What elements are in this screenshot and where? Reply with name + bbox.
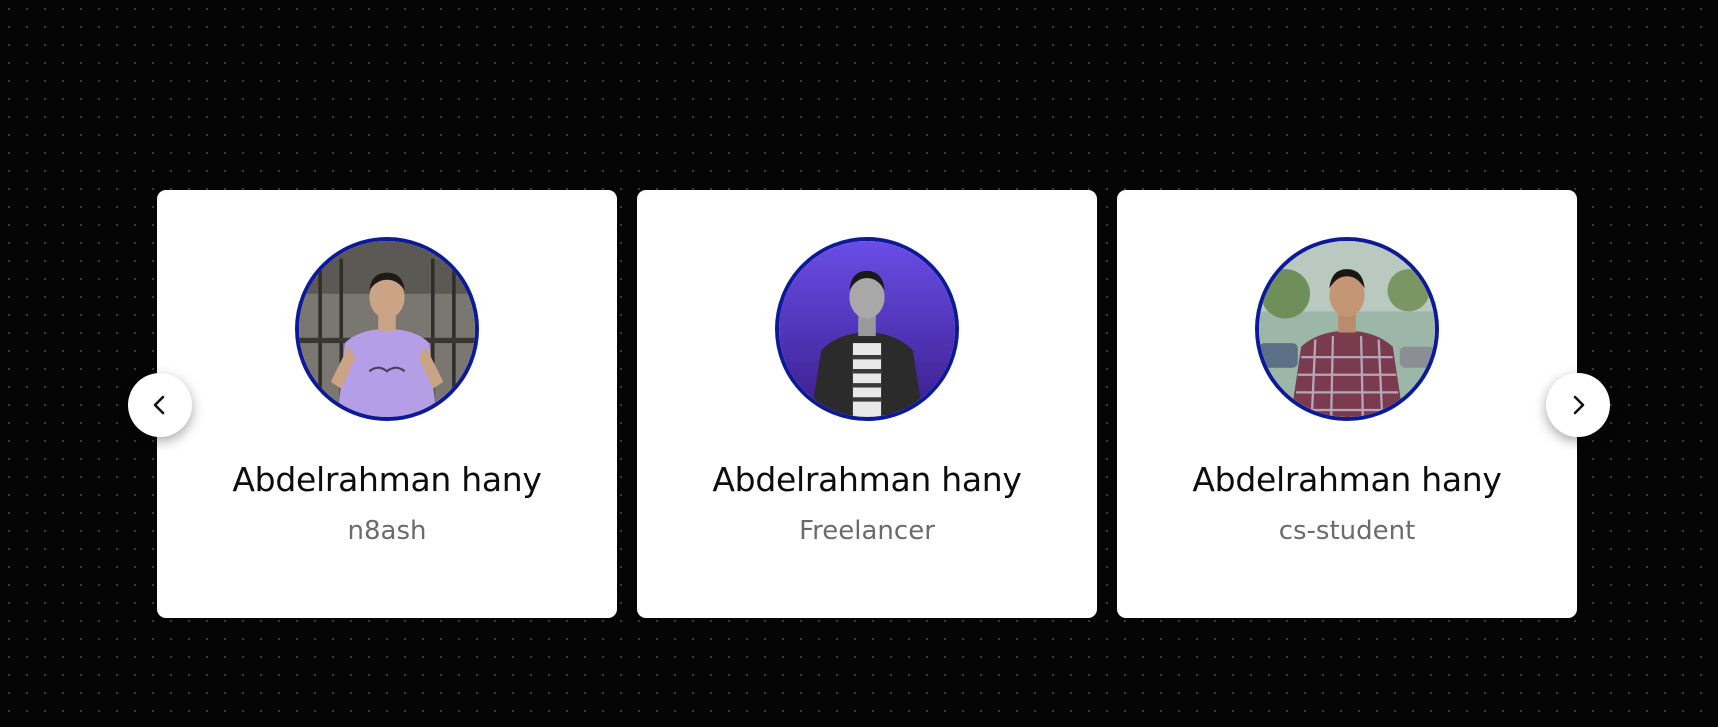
avatar	[1255, 237, 1439, 421]
chevron-left-icon	[153, 395, 165, 415]
profile-photo-plaid-shirt	[1259, 241, 1435, 417]
profile-photo-purple-background	[779, 241, 955, 417]
card-role: n8ash	[347, 516, 427, 546]
avatar	[295, 237, 479, 421]
card-track: Abdelrahman hany n8ash Abdelrahman hany …	[157, 190, 1577, 618]
profile-card: Abdelrahman hany Freelancer	[637, 190, 1097, 618]
card-role: Freelancer	[799, 516, 935, 546]
profile-card: Abdelrahman hany cs-student	[1117, 190, 1577, 618]
next-button[interactable]	[1546, 373, 1610, 437]
profile-card: Abdelrahman hany n8ash	[157, 190, 617, 618]
team-carousel: Abdelrahman hany n8ash Abdelrahman hany …	[0, 0, 1718, 727]
card-name: Abdelrahman hany	[1192, 460, 1502, 499]
card-name: Abdelrahman hany	[712, 460, 1022, 499]
profile-photo-lavender-shirt	[299, 241, 475, 417]
card-name: Abdelrahman hany	[232, 460, 542, 499]
chevron-right-icon	[1573, 395, 1585, 415]
avatar	[775, 237, 959, 421]
previous-button[interactable]	[128, 373, 192, 437]
card-role: cs-student	[1278, 516, 1416, 546]
